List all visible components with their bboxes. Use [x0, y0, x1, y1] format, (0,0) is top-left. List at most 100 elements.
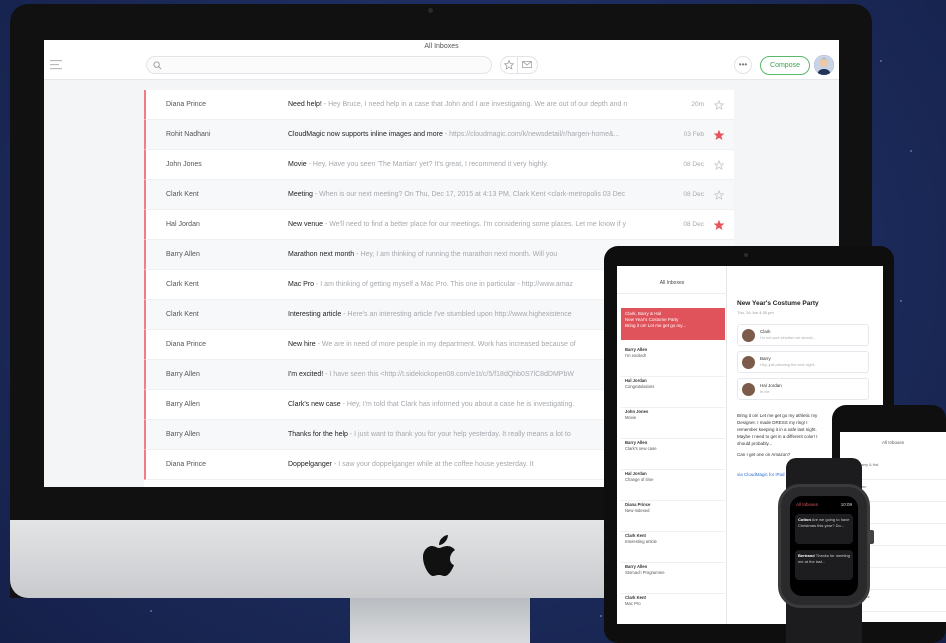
email-subject: CloudMagic now supports inline images an…	[288, 131, 443, 138]
email-sender: Barry Allen	[166, 371, 200, 378]
watch-notification-card[interactable]: Cotton Are we going to have Christmas th…	[795, 514, 853, 544]
table-row[interactable]: John Jones Movie - Hey, Have you seen 'Th…	[144, 150, 734, 180]
avatar	[742, 329, 755, 342]
ipad-signature-link[interactable]: via CloudMagic for iPad	[737, 472, 785, 477]
ipad-camera	[744, 253, 748, 257]
email-date: 08 Dec	[683, 221, 704, 228]
ipad-email-list: All Inboxes Clark, Barry & Hal New Year'…	[617, 266, 727, 624]
email-subject: Thanks for the help	[288, 431, 348, 438]
message-snippet: Hey, just planning the next night...	[760, 363, 817, 367]
star-icon[interactable]	[714, 100, 724, 110]
star-dot	[900, 300, 902, 302]
ipad-list-item[interactable]: Hal Jordan Change of time	[621, 468, 725, 501]
email-subject: Doppelganger	[288, 461, 332, 468]
email-subject-line: CloudMagic now supports inline images an…	[288, 120, 668, 150]
email-subject: Mac Pro	[288, 281, 315, 288]
email-preview: - We'll need to find a better place for …	[324, 221, 626, 228]
email-subject-line: Meeting - When is our next meeting? On T…	[288, 180, 668, 210]
ipad-item-from: Hal Jordan	[625, 378, 647, 383]
ipad-item-subject: New Indexed	[625, 508, 650, 513]
ipad-list-item[interactable]: Clark Kent Interesting article	[621, 530, 725, 563]
message-sender: Clark	[760, 329, 771, 334]
ipad-item-from: Clark Kent	[625, 533, 646, 538]
ipad-item-from: Diana Prince	[625, 502, 651, 507]
ipad-message-bubble[interactable]: Barry Hey, just planning the next night..…	[737, 351, 869, 373]
email-subject-line: New venue - We'll need to find a better …	[288, 210, 668, 240]
ipad-list-item[interactable]: John Jones Movie	[621, 406, 725, 439]
table-row[interactable]: Rohit Nadhani CloudMagic now supports inl…	[144, 120, 734, 150]
ipad-item-subject: Interesting article	[625, 539, 657, 544]
email-date: 08 Dec	[683, 161, 704, 168]
email-subject: Interesting article	[288, 311, 342, 318]
ipad-item-subject: Congratulations	[625, 384, 655, 389]
watch-notification-card[interactable]: Bertrand Thanks for meeting me at the la…	[795, 550, 853, 580]
ipad-list-item[interactable]: Hal Jordan Congratulations	[621, 375, 725, 408]
star-icon[interactable]	[714, 130, 724, 140]
ipad-list-item[interactable]: Barry Allen I'm excited!	[621, 344, 725, 377]
ipad-item-from: Barry Allen	[625, 347, 648, 352]
email-sender: John Jones	[166, 161, 202, 168]
email-date: 03 Feb	[683, 131, 704, 138]
email-preview: - Hey Bruce, I need help in a case that …	[323, 101, 628, 108]
unread-filter-button[interactable]	[518, 56, 538, 74]
email-preview: - Here's an interesting article I've stu…	[343, 311, 572, 318]
avatar[interactable]	[814, 55, 834, 75]
email-sender: Clark Kent	[166, 281, 199, 288]
star-icon[interactable]	[714, 190, 724, 200]
table-row[interactable]: Clark Kent Meeting - When is our next mee…	[144, 180, 734, 210]
star-dot	[150, 610, 152, 612]
email-subject-line: Movie - Hey, Have you seen 'The Martian'…	[288, 150, 668, 180]
ipad-list-item[interactable]: Barry Allen Stomach Programme	[621, 561, 725, 594]
ipad-message-bubble[interactable]: Clark I'm not sure whether we should...	[737, 324, 869, 346]
email-sender: Diana Prince	[166, 101, 207, 108]
envelope-icon	[522, 61, 532, 69]
ipad-item-subject: Clark's new case	[625, 446, 657, 451]
search-icon	[153, 61, 162, 70]
email-subject: New hire	[288, 341, 316, 348]
email-subject: Clark's new case	[288, 401, 341, 408]
star-dot	[910, 150, 912, 152]
star-icon[interactable]	[714, 220, 724, 230]
table-row[interactable]: Diana Prince Need help! - Hey Bruce, I ne…	[144, 90, 734, 120]
imac-stand	[350, 598, 530, 643]
email-sender: Barry Allen	[166, 431, 200, 438]
avatar	[742, 356, 755, 369]
ipad-list-item[interactable]: Clark Kent Mac Pro	[621, 592, 725, 624]
star-icon	[503, 59, 515, 70]
toolbar: All Inboxes ••• Compose	[44, 40, 839, 80]
ipad-item-from: John Jones	[625, 409, 649, 414]
iphone-title: All Inboxes	[881, 440, 904, 445]
ipad-list-item[interactable]: Diana Prince New Indexed	[621, 499, 725, 532]
ipad-list-header: All Inboxes	[617, 266, 727, 294]
apple-logo-icon	[423, 535, 455, 576]
ipad-item-from: Barry Allen	[625, 440, 648, 445]
email-subject: Movie	[288, 161, 307, 168]
email-subject: Need help!	[288, 101, 322, 108]
email-sender: Diana Prince	[166, 461, 207, 468]
menu-icon[interactable]	[50, 60, 62, 70]
ipad-list-title: All Inboxes	[659, 280, 685, 286]
ipad-item-subject: Mac Pro	[625, 601, 641, 606]
ipad-list-item[interactable]: Barry Allen Clark's new case	[621, 437, 725, 470]
ipad-message-bubble[interactable]: Hal Jordan to me	[737, 378, 869, 400]
ipad-item-subject: Movie	[625, 415, 637, 420]
starred-filter-button[interactable]	[500, 56, 518, 74]
ipad-message-body: Bring it on! Let me get go my athletic m…	[737, 412, 827, 458]
ipad-item-from: Barry Allen	[625, 564, 648, 569]
table-row[interactable]: Hal Jordan New venue - We'll need to find…	[144, 210, 734, 240]
star-icon[interactable]	[714, 160, 724, 170]
ipad-selected-item[interactable]: Clark, Barry & Hal New Year's Costume Pa…	[621, 308, 725, 340]
compose-button[interactable]: Compose	[760, 56, 810, 75]
ipad-item-from: Clark Kent	[625, 595, 646, 600]
email-subject: Marathon next month	[288, 251, 355, 258]
watch-card-from: Cotton	[798, 517, 811, 522]
more-button[interactable]: •••	[734, 56, 752, 74]
ipad-body-question: Can I get one on Amazon?	[737, 452, 791, 457]
email-sender: Barry Allen	[166, 401, 200, 408]
email-sender: Barry Allen	[166, 251, 200, 258]
email-preview: - I am thinking of getting myself a Mac …	[316, 281, 574, 288]
watch-card-from: Bertrand	[798, 553, 815, 558]
search-input[interactable]	[146, 56, 492, 74]
email-subject: Meeting	[288, 191, 313, 198]
watch-crown	[868, 530, 874, 544]
